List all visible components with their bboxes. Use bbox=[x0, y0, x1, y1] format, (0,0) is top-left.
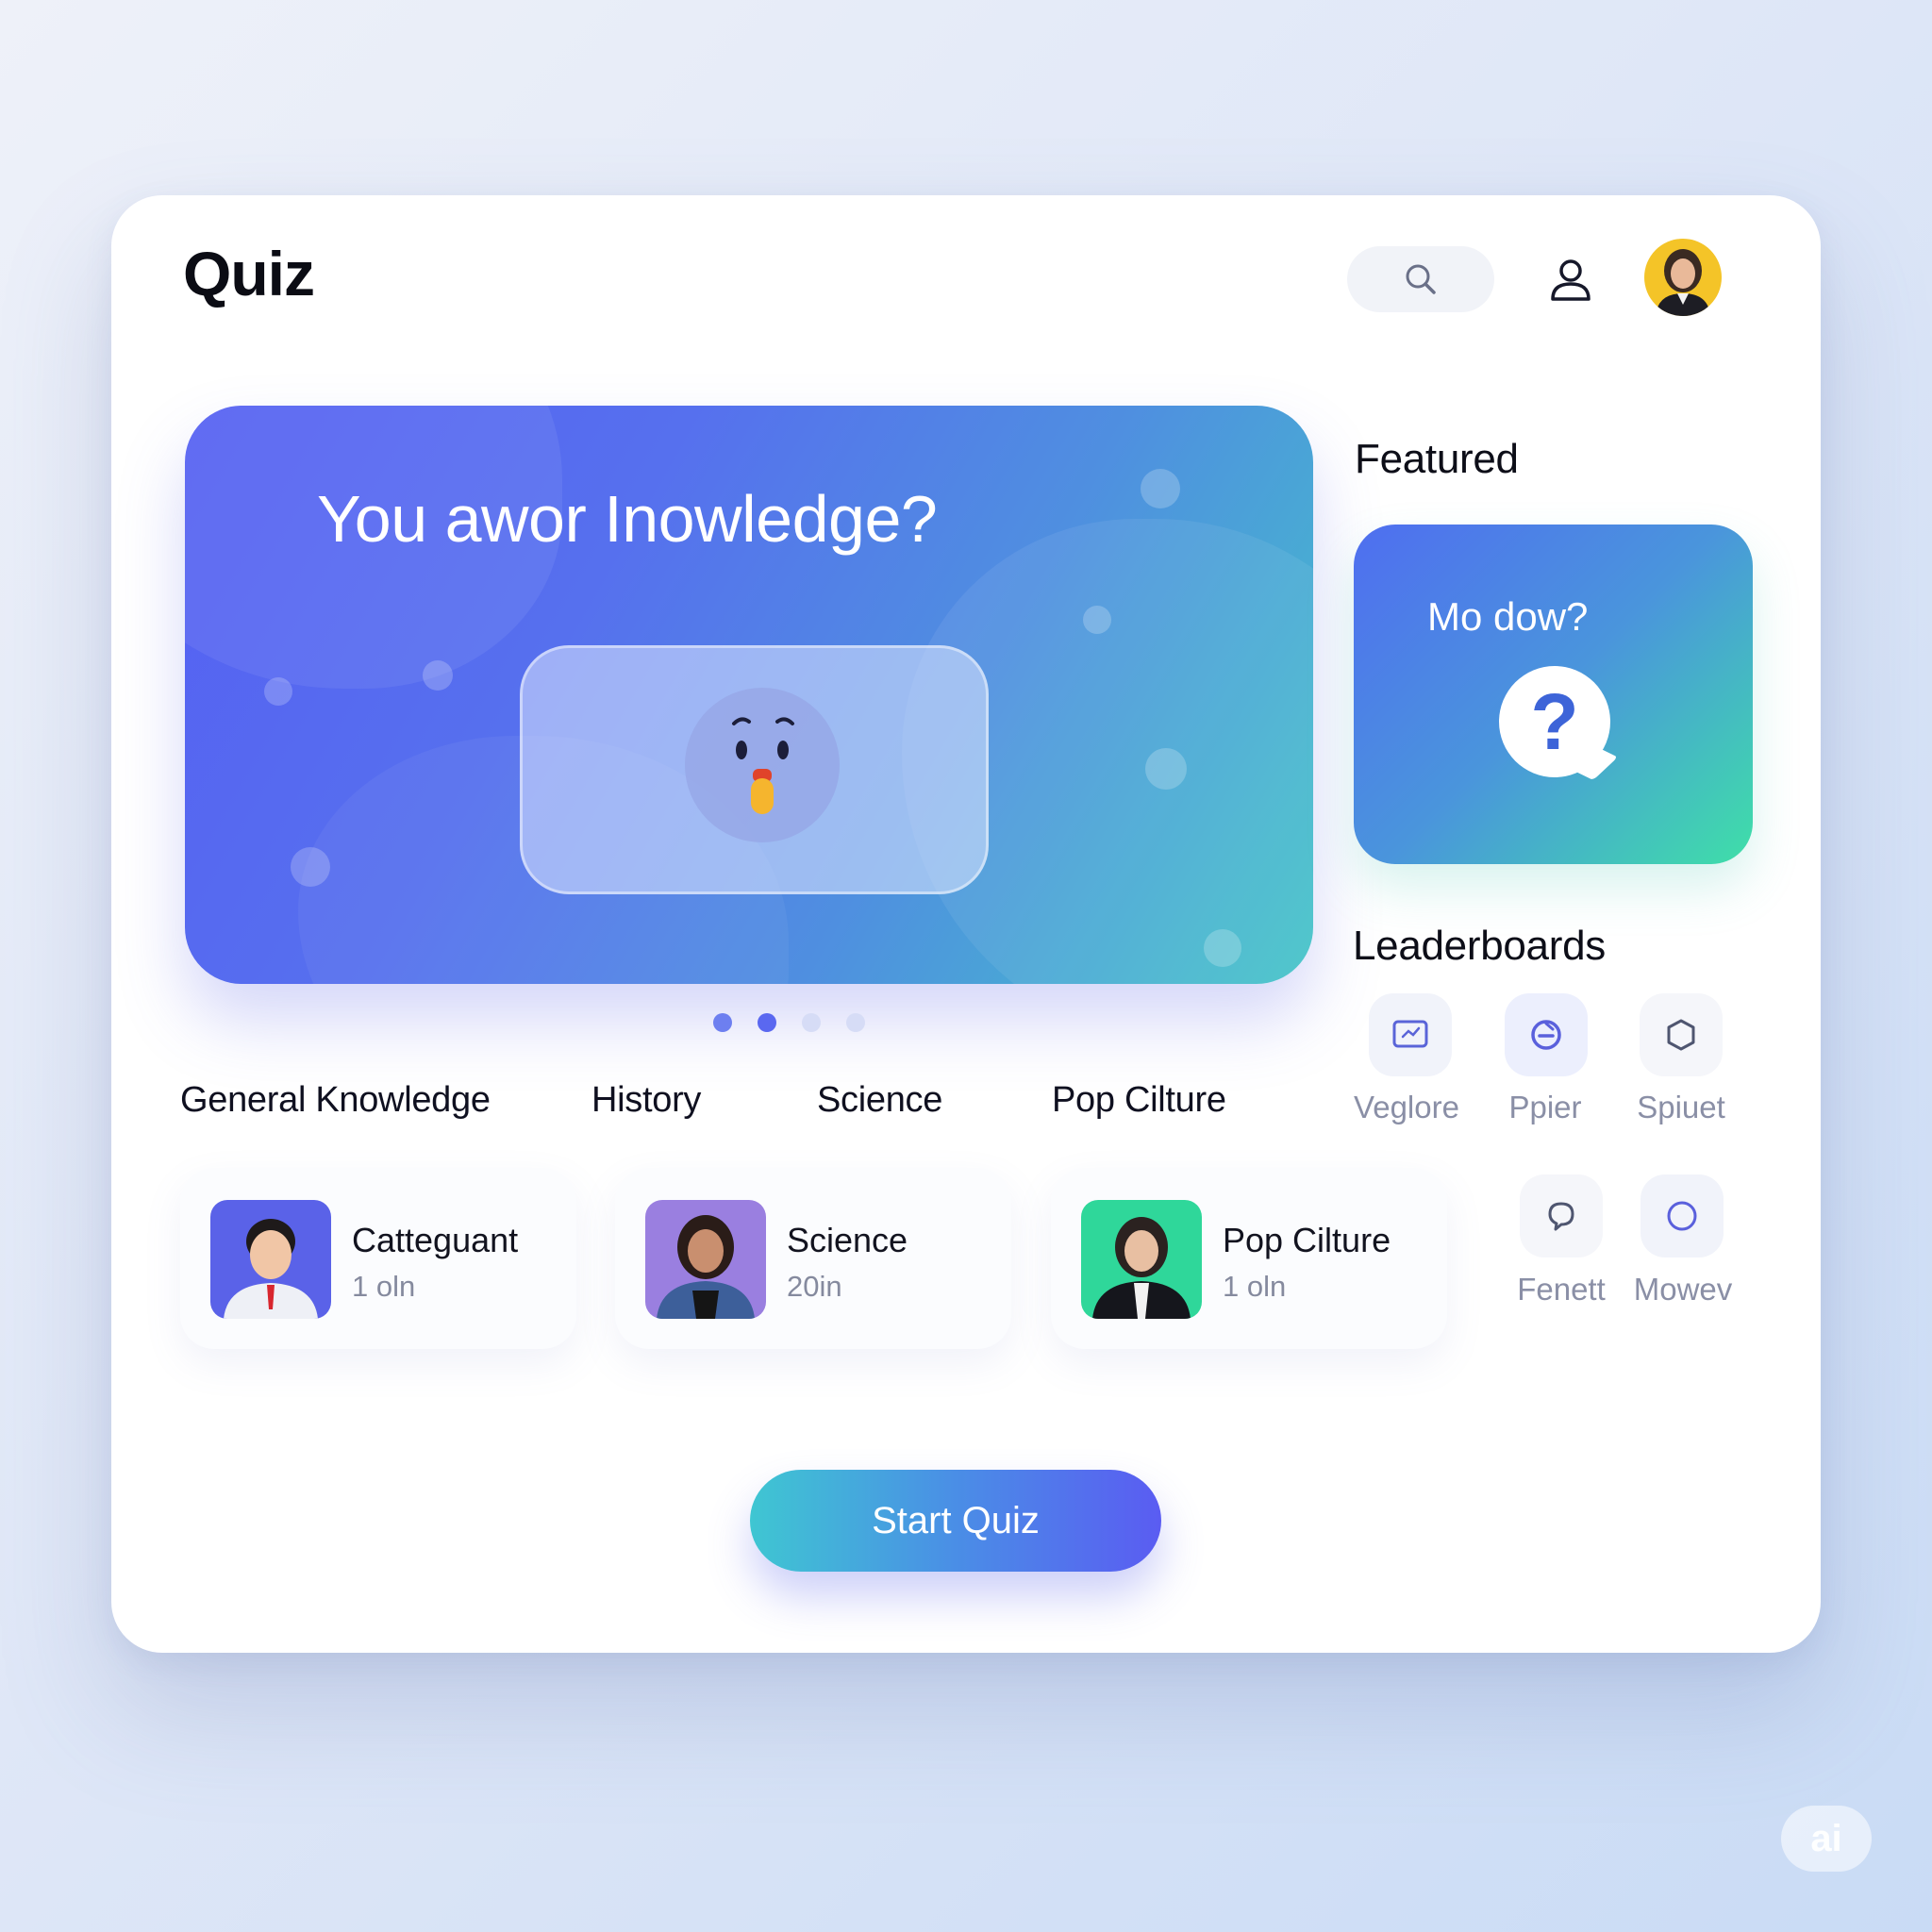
leaderboard-item-5[interactable] bbox=[1641, 1174, 1724, 1257]
user-icon bbox=[1551, 259, 1591, 301]
quiz-thumbnail bbox=[1081, 1200, 1202, 1319]
leaderboard-item-1[interactable] bbox=[1369, 993, 1452, 1076]
user-avatar[interactable] bbox=[1644, 239, 1722, 316]
quiz-card[interactable]: Catteguant 1 oln bbox=[180, 1168, 576, 1349]
bubble-decoration bbox=[1145, 748, 1187, 790]
bubble-decoration bbox=[1204, 929, 1241, 967]
circle-icon bbox=[1667, 1201, 1697, 1231]
chat-icon bbox=[1548, 1202, 1574, 1231]
profile-button[interactable] bbox=[1541, 250, 1601, 310]
featured-heading: Featured bbox=[1355, 436, 1519, 482]
hero-illustration-card bbox=[520, 645, 989, 894]
badge-icon bbox=[1531, 1020, 1561, 1050]
quiz-card-title: Science bbox=[787, 1221, 908, 1259]
tab-history[interactable]: History bbox=[591, 1080, 701, 1121]
leaderboard-item-4[interactable] bbox=[1520, 1174, 1603, 1257]
pager-dot-3[interactable] bbox=[802, 1013, 821, 1032]
tab-pop-culture[interactable]: Pop Cilture bbox=[1052, 1080, 1226, 1121]
person-portrait-icon bbox=[657, 1215, 755, 1319]
pager-dot-4[interactable] bbox=[846, 1013, 865, 1032]
person-portrait-icon bbox=[224, 1219, 318, 1319]
quiz-card[interactable]: Science 20in bbox=[615, 1168, 1011, 1349]
search-button[interactable] bbox=[1347, 246, 1494, 312]
quiz-card[interactable]: Pop Cilture 1 oln bbox=[1051, 1168, 1447, 1349]
quiz-card-title: Catteguant bbox=[352, 1221, 519, 1259]
ai-watermark: ai bbox=[1781, 1806, 1872, 1872]
pager-dot-1[interactable] bbox=[713, 1013, 732, 1032]
bubble-decoration bbox=[423, 660, 453, 691]
leaderboards-heading: Leaderboards bbox=[1353, 923, 1606, 969]
leaderboard-label: Ppier bbox=[1508, 1090, 1582, 1124]
featured-card-text: Mo dow? bbox=[1427, 594, 1589, 639]
search-icon bbox=[1406, 264, 1436, 294]
tab-science[interactable]: Science bbox=[817, 1080, 942, 1121]
pager-dot-2[interactable] bbox=[758, 1013, 776, 1032]
surprised-face-icon bbox=[685, 688, 840, 842]
leaderboard-label: Spiuet bbox=[1637, 1090, 1725, 1124]
hero-banner[interactable]: You awor Inowledge? bbox=[185, 406, 1313, 984]
quiz-thumbnail bbox=[645, 1200, 766, 1319]
bubble-decoration bbox=[291, 847, 330, 887]
start-quiz-button[interactable]: Start Quiz bbox=[750, 1470, 1161, 1572]
leaderboard-label: Mowev bbox=[1633, 1272, 1733, 1307]
hero-title: You awor Inowledge? bbox=[317, 482, 938, 556]
featured-card[interactable]: Mo dow? ? bbox=[1354, 525, 1753, 864]
carousel-pager bbox=[713, 1013, 865, 1032]
hexagon-icon bbox=[1667, 1019, 1695, 1051]
avatar-portrait-icon bbox=[1656, 249, 1710, 316]
tab-general-knowledge[interactable]: General Knowledge bbox=[180, 1080, 491, 1121]
person-portrait-icon bbox=[1092, 1217, 1191, 1319]
quiz-card-title: Pop Cilture bbox=[1223, 1221, 1391, 1259]
bubble-decoration bbox=[264, 677, 292, 706]
bubble-decoration bbox=[1083, 606, 1111, 634]
quiz-card-subtitle: 20in bbox=[787, 1270, 842, 1303]
leaderboard-item-2[interactable] bbox=[1505, 993, 1588, 1076]
leaderboard-label: Veglore bbox=[1354, 1090, 1459, 1124]
quiz-card-subtitle: 1 oln bbox=[1223, 1270, 1287, 1303]
app-title: Quiz bbox=[183, 239, 315, 308]
chart-icon bbox=[1392, 1020, 1428, 1048]
bubble-decoration bbox=[1141, 469, 1180, 508]
quiz-card-subtitle: 1 oln bbox=[352, 1270, 416, 1303]
quiz-thumbnail bbox=[210, 1200, 331, 1319]
leaderboard-item-3[interactable] bbox=[1640, 993, 1723, 1076]
question-mark-icon: ? bbox=[1530, 676, 1579, 766]
